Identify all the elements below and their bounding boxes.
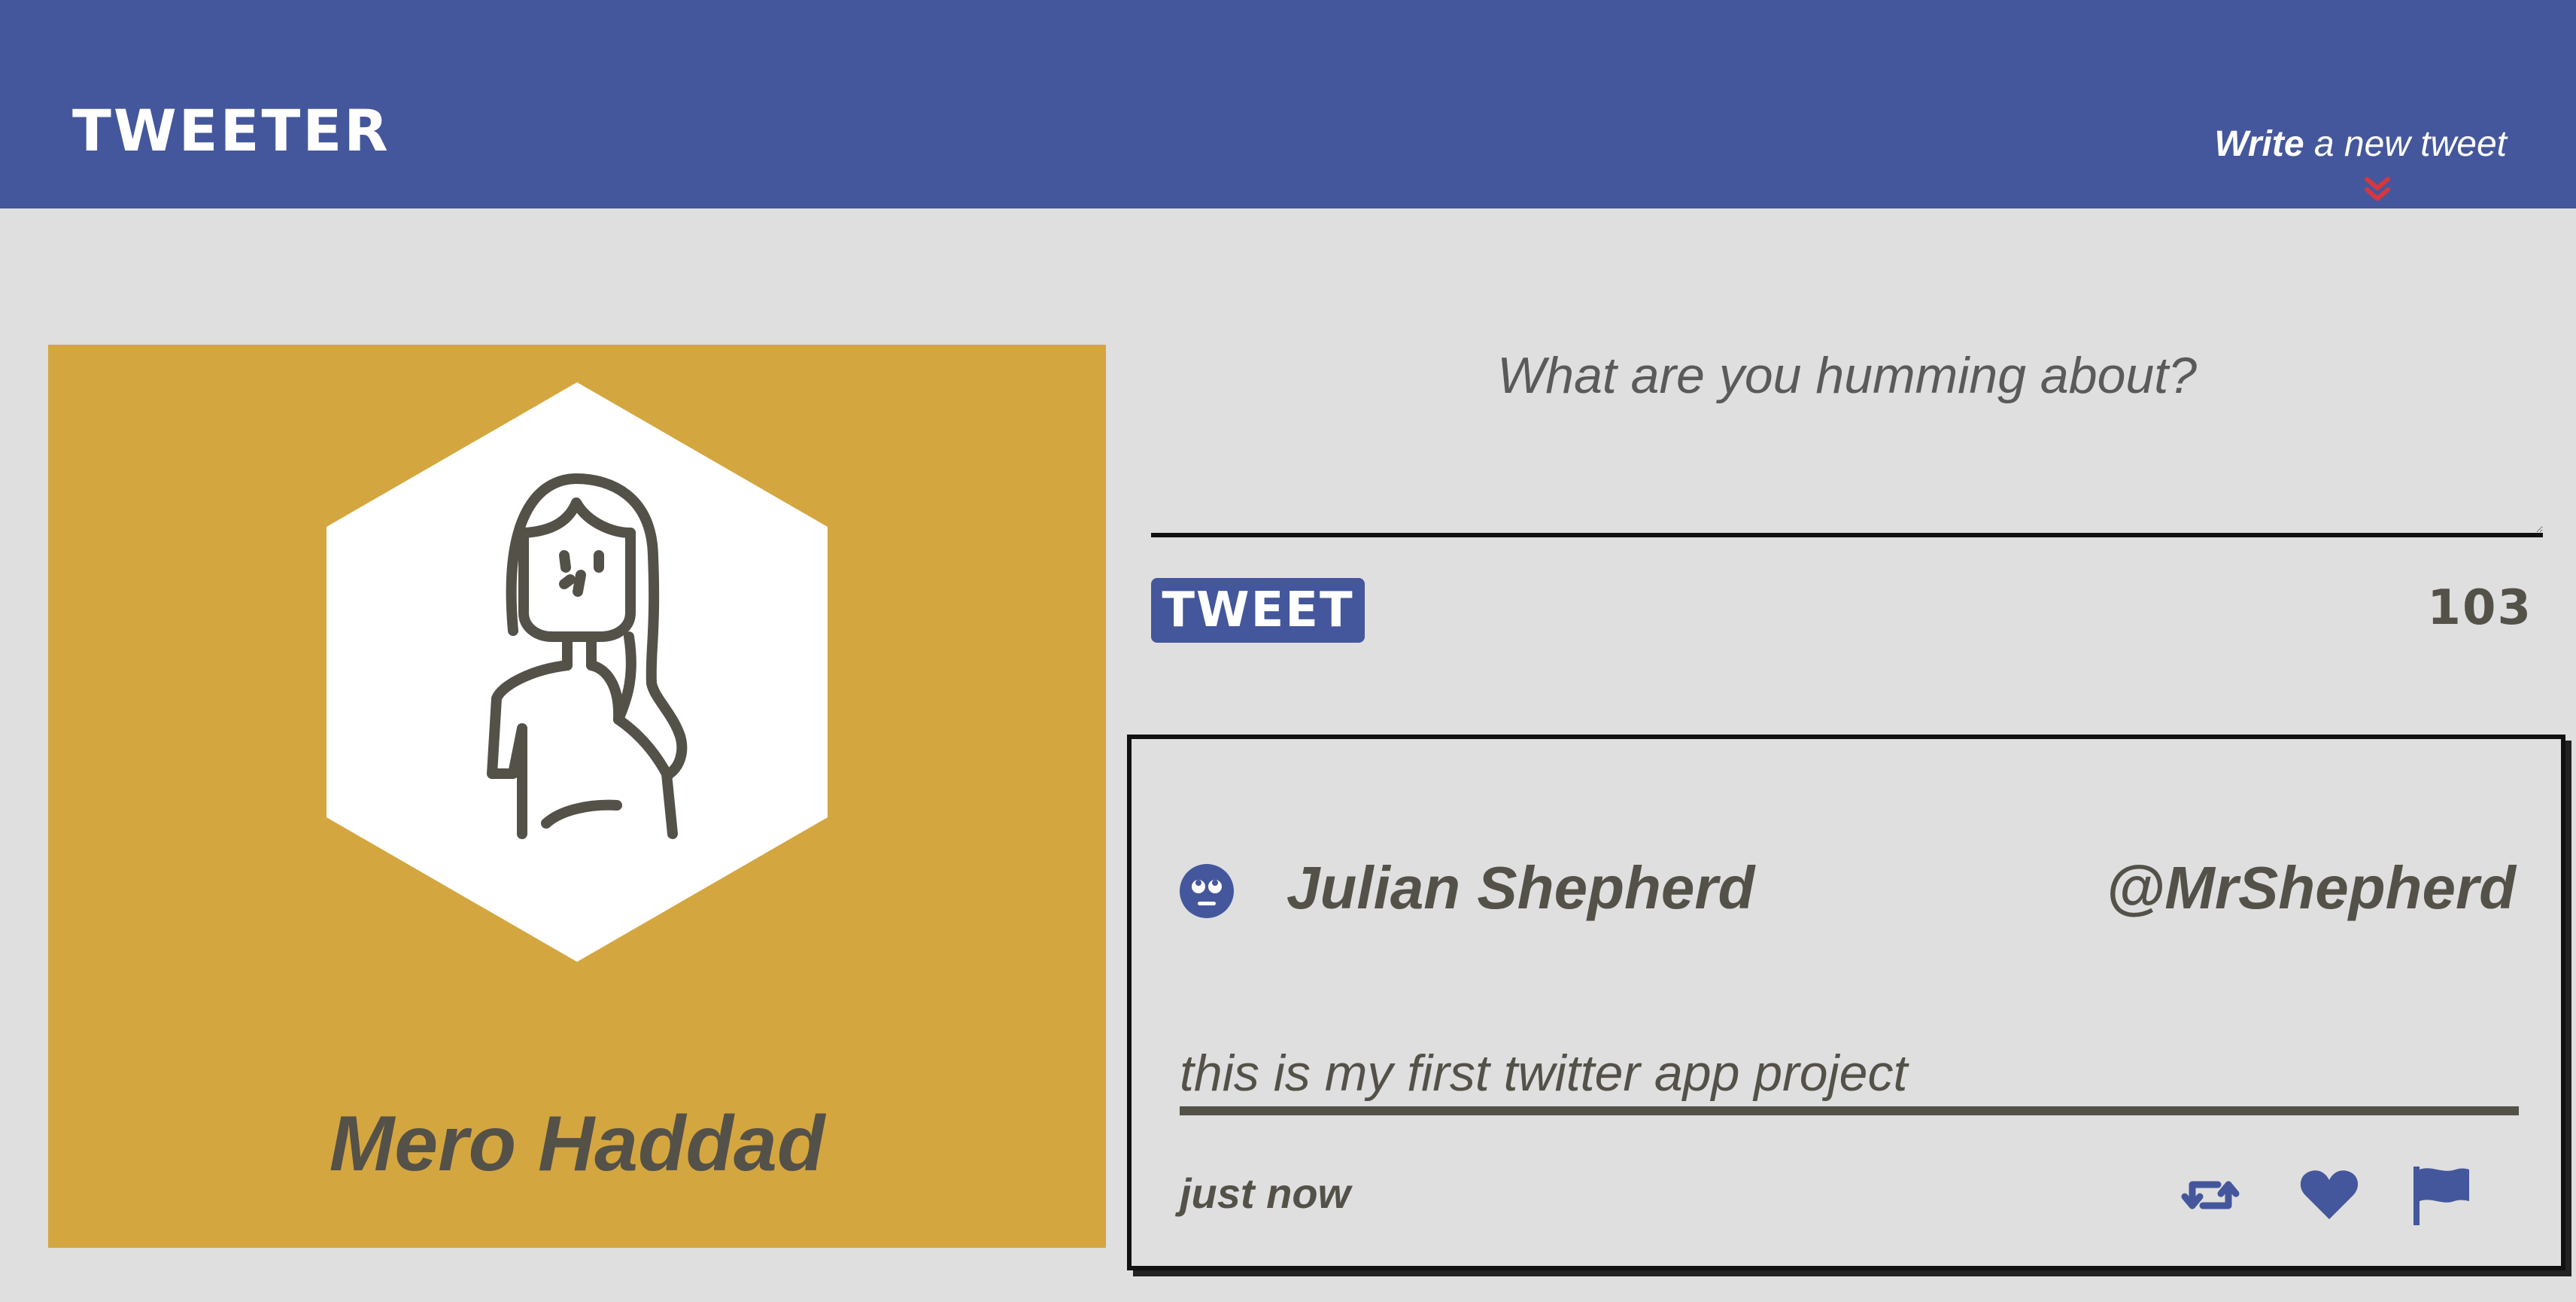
tweet-button[interactable]: TWEET	[1151, 578, 1365, 643]
tweet-divider	[1180, 1106, 2519, 1115]
chevrons-down-icon[interactable]	[2362, 175, 2392, 205]
tweet-body: this is my first twitter app project	[1180, 1045, 1908, 1102]
app-logo[interactable]: TWEETER	[72, 102, 390, 160]
flag-icon[interactable]	[2409, 1164, 2472, 1227]
heart-icon[interactable]	[2298, 1164, 2361, 1227]
write-link-rest: a new tweet	[2304, 124, 2507, 164]
retweet-icon[interactable]	[2179, 1164, 2242, 1227]
profile-avatar	[327, 382, 828, 962]
write-link-strong: Write	[2214, 124, 2304, 164]
tweet-author-name: Julian Shepherd	[1286, 854, 1755, 921]
character-counter: 103	[2427, 580, 2532, 636]
profile-name: Mero Haddad	[329, 1100, 825, 1188]
profile-card: Mero Haddad	[48, 345, 1106, 1248]
tweet-author-handle[interactable]: @MrShepherd	[2106, 852, 2516, 924]
tweet-card: Julian Shepherd @MrShepherd this is my f…	[1127, 735, 2565, 1270]
rolling-eyes-face-icon	[1180, 864, 1234, 918]
write-new-tweet-link[interactable]: Write a new tweet	[2214, 126, 2507, 163]
tweet-compose-input[interactable]	[1151, 316, 2543, 537]
top-navbar: TWEETER Write a new tweet	[0, 0, 2576, 208]
tweet-timestamp: just now	[1180, 1170, 1351, 1217]
